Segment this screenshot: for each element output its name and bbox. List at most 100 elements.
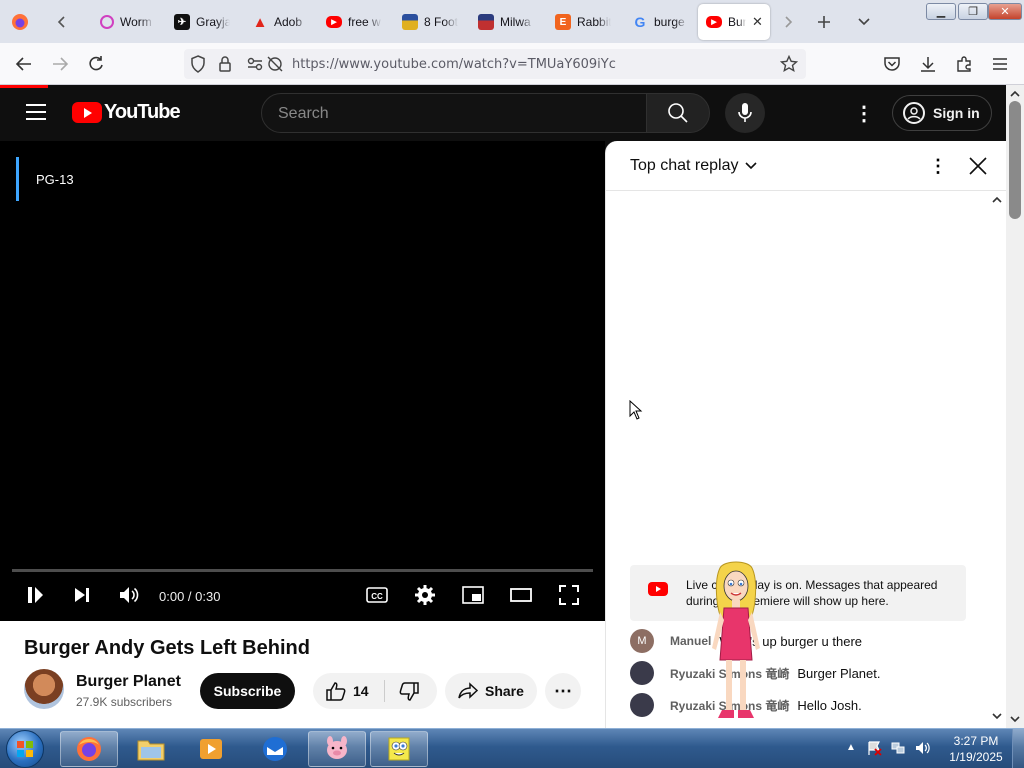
- channel-name[interactable]: Burger Planet: [76, 673, 181, 691]
- settings-gear-icon[interactable]: [411, 581, 439, 609]
- tab-free[interactable]: ▶ free w: [318, 4, 390, 40]
- lock-icon[interactable]: [218, 55, 232, 78]
- video-player[interactable]: PG-13 0:00 / 0:30 CC: [0, 141, 605, 621]
- piglet-icon: [327, 736, 347, 759]
- next-video-icon[interactable]: [68, 581, 96, 609]
- tab-label: Bur: [728, 15, 746, 29]
- downloads-icon[interactable]: [916, 52, 940, 76]
- minimize-window-button[interactable]: ▁: [926, 3, 956, 20]
- back-arrow-icon[interactable]: [12, 52, 36, 76]
- tab-8-foot[interactable]: 8 Foot: [394, 4, 466, 40]
- chat-message[interactable]: Ryuzaki Simons 竜崎 Burger Planet.: [630, 661, 990, 685]
- settings-more-kebab-icon[interactable]: ⋮: [852, 101, 876, 125]
- speaker-volume-icon[interactable]: [914, 740, 932, 761]
- video-title: Burger Andy Gets Left Behind: [24, 637, 310, 659]
- search-input[interactable]: [278, 103, 618, 125]
- show-hidden-icons-arrow-icon[interactable]: ▲: [846, 742, 856, 753]
- pocket-icon[interactable]: [880, 52, 904, 76]
- restore-window-button[interactable]: ❐: [958, 3, 988, 20]
- page-scrollbar[interactable]: [1006, 85, 1024, 728]
- miniplayer-icon[interactable]: [459, 581, 487, 609]
- scroll-down-arrow-icon[interactable]: [1006, 712, 1024, 726]
- subscribe-button[interactable]: Subscribe: [200, 673, 295, 709]
- new-tab-plus-icon[interactable]: [812, 10, 836, 34]
- taskbar-media-player[interactable]: [182, 731, 240, 767]
- channel-avatar[interactable]: [24, 669, 64, 709]
- close-tab-icon[interactable]: ✕: [752, 14, 763, 30]
- chat-scroll-up-arrow-icon[interactable]: [990, 193, 1004, 207]
- subscriber-count: 27.9K subscribers: [76, 695, 173, 709]
- like-dislike-group: 14: [313, 673, 437, 709]
- permissions-icon[interactable]: [246, 55, 264, 78]
- taskbar-file-explorer[interactable]: [122, 731, 180, 767]
- taskbar-firefox[interactable]: [60, 731, 118, 767]
- play-pause-icon[interactable]: [21, 581, 49, 609]
- tab-grayjay[interactable]: ✈ Grayja: [166, 4, 238, 40]
- firefox-menu-icon[interactable]: [8, 10, 32, 34]
- taskbar-spongebob-app[interactable]: [370, 731, 428, 767]
- list-all-tabs-chevron-icon[interactable]: [852, 10, 876, 34]
- tab-scroll-left-button[interactable]: [50, 10, 74, 34]
- chat-mode-label[interactable]: Top chat replay: [630, 157, 739, 175]
- chat-scroll-down-arrow-icon[interactable]: [990, 709, 1004, 723]
- chat-replay-notice: Live chat replay is on. Messages that ap…: [630, 565, 966, 621]
- clock-time: 3:27 PM: [953, 734, 999, 748]
- tracking-protection-shield-icon[interactable]: [190, 55, 206, 78]
- tab-worm[interactable]: Worm: [92, 4, 164, 40]
- close-chat-icon[interactable]: [966, 154, 990, 178]
- thumbs-down-icon[interactable]: [398, 682, 420, 707]
- thumbs-up-icon[interactable]: [325, 681, 347, 706]
- video-progress-scrubber[interactable]: [12, 569, 593, 572]
- youtube-play-logo-icon: [72, 102, 102, 123]
- youtube-logo[interactable]: YouTube: [72, 101, 181, 124]
- chat-avatar: [630, 661, 654, 685]
- sign-in-button[interactable]: Sign in: [892, 95, 992, 131]
- tab-label: free w: [348, 15, 381, 29]
- tab-google-burger[interactable]: G burge: [624, 4, 696, 40]
- chat-message[interactable]: M Manuel What's up burger u there: [630, 629, 990, 653]
- taskbar-piglet-app[interactable]: [308, 731, 366, 767]
- chat-message[interactable]: Ryuzaki Simons 竜崎 Hello Josh.: [630, 693, 990, 717]
- voice-search-button[interactable]: [725, 93, 765, 133]
- tab-burger-active[interactable]: ▶ Bur ✕: [698, 4, 770, 40]
- tab-scroll-right-button[interactable]: [776, 10, 800, 34]
- url-bar[interactable]: https://www.youtube.com/watch?v=TMUaY609…: [184, 49, 806, 79]
- account-circle-icon: [903, 102, 925, 124]
- tab-adobe[interactable]: ▲ Adob: [244, 4, 316, 40]
- app-menu-hamburger-icon[interactable]: [988, 52, 1012, 76]
- youtube-logo-icon: [648, 582, 668, 596]
- etsy-favicon-icon: E: [555, 14, 571, 30]
- browser-tab-strip: Worm ✈ Grayja ▲ Adob ▶ free w 8 Foot Mil…: [0, 0, 1024, 43]
- guide-menu-icon[interactable]: [26, 104, 46, 120]
- closed-captions-icon[interactable]: CC: [363, 581, 391, 609]
- scroll-up-arrow-icon[interactable]: [1006, 87, 1024, 101]
- start-button-windows-icon[interactable]: [6, 730, 44, 768]
- autoplay-blocked-icon[interactable]: [266, 55, 284, 78]
- volume-icon[interactable]: [115, 581, 143, 609]
- tab-rabbit[interactable]: E Rabbit: [547, 4, 619, 40]
- system-clock[interactable]: 3:27 PM 1/19/2025: [940, 733, 1012, 765]
- more-actions-button[interactable]: ⋯: [545, 673, 581, 709]
- fullscreen-icon[interactable]: [555, 581, 583, 609]
- tab-label: Adob: [274, 15, 303, 29]
- network-icon[interactable]: [890, 740, 906, 761]
- search-button[interactable]: [646, 93, 710, 133]
- grayjay-favicon-icon: ✈: [174, 14, 190, 30]
- share-button[interactable]: Share: [445, 673, 537, 709]
- extensions-icon[interactable]: [952, 52, 976, 76]
- chat-more-kebab-icon[interactable]: ⋮: [928, 154, 948, 178]
- tab-label: 8 Foot: [424, 15, 458, 29]
- forward-arrow-icon[interactable]: [48, 52, 72, 76]
- bookmark-star-icon[interactable]: [779, 54, 799, 78]
- chevron-down-icon[interactable]: [744, 156, 758, 181]
- close-window-button[interactable]: ✕: [988, 3, 1022, 20]
- url-text[interactable]: https://www.youtube.com/watch?v=TMUaY609…: [292, 57, 616, 72]
- show-desktop-button[interactable]: [1012, 729, 1024, 768]
- reload-icon[interactable]: [84, 52, 108, 76]
- tab-milwaukee[interactable]: Milwa: [470, 4, 542, 40]
- action-center-flag-icon[interactable]: [866, 740, 882, 761]
- content-rating-badge: PG-13: [16, 157, 74, 201]
- theater-mode-icon[interactable]: [507, 581, 535, 609]
- scrollbar-thumb[interactable]: [1009, 101, 1021, 219]
- taskbar-thunderbird[interactable]: [246, 731, 304, 767]
